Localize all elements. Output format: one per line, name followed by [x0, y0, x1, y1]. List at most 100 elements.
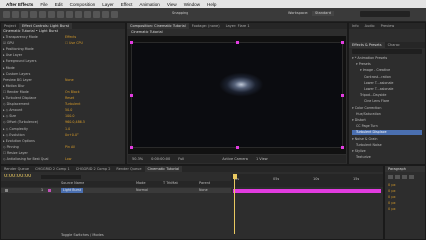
effect-property-value[interactable]: 1.0	[65, 127, 70, 132]
tab-character[interactable]: Charac	[385, 42, 403, 48]
camera-select[interactable]: Active Camera	[222, 157, 248, 162]
transform-handle[interactable]	[130, 146, 133, 149]
effect-property-row[interactable]: ▸ Transparency Mode Effects	[3, 35, 123, 40]
tab-render-queue-2[interactable]: Render Queue	[113, 166, 144, 172]
space-before-value[interactable]: 0 px	[388, 201, 396, 206]
timeline-timecode[interactable]: 0:00:00:00	[4, 174, 31, 179]
effect-property-value[interactable]: 50.0	[65, 108, 72, 113]
effect-property-row[interactable]: ▸ Motion Blur	[3, 84, 123, 89]
tab-effects-presets[interactable]: Effects & Presets	[349, 42, 385, 48]
menu-composition[interactable]: Composition	[70, 2, 96, 7]
effect-property-row[interactable]: ▸ ◇ Size 100.0	[3, 114, 123, 119]
effect-property-row[interactable]: ▸ Custom Layers	[3, 72, 123, 77]
effects-list-item[interactable]: ▾ Color Correction	[352, 106, 422, 111]
justify-icon[interactable]	[409, 175, 414, 179]
effects-list-item[interactable]: Tripod...Dayside	[352, 93, 422, 98]
menu-animation[interactable]: Animation	[139, 2, 159, 7]
effects-list-item[interactable]: ▾ Image - Creative	[352, 68, 422, 73]
transform-handle[interactable]	[236, 146, 239, 149]
menu-window[interactable]: Window	[184, 2, 200, 7]
effects-list-item[interactable]: Cine Lens Flare	[352, 99, 422, 104]
layer-mode[interactable]: Normal	[136, 188, 148, 193]
effects-list-item[interactable]: Turbulent Noise	[352, 143, 422, 148]
layer-label-color[interactable]	[48, 189, 51, 192]
time-ruler[interactable]: 0s 05s 10s 15s	[231, 174, 383, 187]
tab-render-queue[interactable]: Render Queue	[1, 166, 32, 172]
effect-property-row[interactable]: ▸ Mode	[3, 66, 123, 71]
effect-property-value[interactable]: On Black	[65, 90, 80, 95]
effect-property-value[interactable]: Reset	[65, 96, 74, 101]
menu-help[interactable]: Help	[207, 2, 216, 7]
pan-tool-icon[interactable]	[48, 11, 55, 18]
effect-property-value[interactable]: 0x+0.0°	[65, 133, 79, 138]
effect-property-value[interactable]: 960.0,486.5	[65, 120, 85, 125]
tab-footage[interactable]: Footage: (none)	[189, 23, 223, 29]
effect-property-row[interactable]: ▸ Evolution Options	[3, 139, 123, 144]
puppet-tool-icon[interactable]	[111, 11, 118, 18]
layer-name[interactable]: Light Burst	[61, 188, 83, 193]
indent-left-value[interactable]: 0 px	[388, 183, 396, 188]
brush-tool-icon[interactable]	[84, 11, 91, 18]
effects-list-item[interactable]: Lower T...asionale	[352, 87, 422, 92]
transform-handle[interactable]	[236, 41, 239, 44]
effects-list-item[interactable]: Lower T...asionale	[352, 81, 422, 86]
effects-list-item[interactable]: Contrast...ration	[352, 75, 422, 80]
tab-audio[interactable]: Audio	[362, 23, 378, 29]
effect-property-row[interactable]: ▸ Positioning Mode	[3, 47, 123, 52]
mask-tool-icon[interactable]	[57, 11, 64, 18]
indent-first-value[interactable]: 0 px	[388, 189, 396, 194]
viewer-timecode[interactable]: 0:00:00:00	[151, 157, 170, 162]
workspace-select[interactable]: Standard	[312, 11, 334, 16]
align-right-icon[interactable]	[402, 175, 407, 179]
tab-cinematic-tutorial[interactable]: Cinematic Tutorial	[144, 166, 183, 172]
col-parent[interactable]: Parent	[199, 181, 210, 186]
effect-property-value[interactable]: 100.0	[65, 114, 74, 119]
effect-property-row[interactable]: ▸ ◇ Complexity 1.0	[3, 127, 123, 132]
timeline-search-input[interactable]	[41, 175, 81, 179]
col-mode[interactable]: Mode	[136, 181, 146, 186]
align-center-icon[interactable]	[395, 175, 400, 179]
composition-viewer[interactable]	[128, 36, 346, 154]
effects-list-item[interactable]: ▾ * Animation Presets	[352, 56, 422, 61]
menu-effect[interactable]: Effect	[121, 2, 133, 7]
effect-property-row[interactable]: ◇ Displacement Turbulent	[3, 102, 123, 107]
camera-tool-icon[interactable]	[39, 11, 46, 18]
effect-property-value[interactable]: Low	[65, 157, 72, 162]
transform-handle[interactable]	[341, 94, 344, 97]
rotate-tool-icon[interactable]	[30, 11, 37, 18]
layer-duration-bar[interactable]	[233, 189, 381, 193]
effect-property-row[interactable]: ▸ Foreground Layers	[3, 59, 123, 64]
col-source-name[interactable]: Source Name	[61, 181, 84, 186]
effect-property-row[interactable]: ☑ GPU ☐ Use CPU	[3, 41, 123, 46]
transform-handle[interactable]	[130, 41, 133, 44]
stamp-tool-icon[interactable]	[93, 11, 100, 18]
eraser-tool-icon[interactable]	[102, 11, 109, 18]
effects-list-item[interactable]: ▾ Stylize	[352, 149, 422, 154]
effects-list-item[interactable]: CC Page Turn	[352, 124, 422, 129]
menu-view[interactable]: View	[167, 2, 177, 7]
tab-composition[interactable]: Composition: Cinematic Tutorial	[127, 23, 189, 29]
align-left-icon[interactable]	[388, 175, 393, 179]
tab-comp-1[interactable]: CHGGRID 2 Comp 1	[32, 166, 73, 172]
effect-property-row[interactable]: ◇ Offset (Turbulence) 960.0,486.5	[3, 120, 123, 125]
zoom-tool-icon[interactable]	[21, 11, 28, 18]
effect-property-row[interactable]: ◇ Pinning Pin All	[3, 145, 123, 150]
space-after-value[interactable]: 0 px	[388, 207, 396, 212]
resolution-select[interactable]: Full	[178, 157, 184, 162]
tab-info[interactable]: Info	[349, 23, 362, 29]
transform-handle[interactable]	[130, 94, 133, 97]
effect-property-value[interactable]: Effects	[65, 35, 76, 40]
effect-property-row[interactable]: Preview BG Layer None	[3, 78, 123, 83]
effects-list-item[interactable]: ▾ Presets	[352, 62, 422, 67]
effect-property-value[interactable]: ☐ Use CPU	[65, 41, 83, 46]
transform-handle[interactable]	[341, 41, 344, 44]
effect-property-row[interactable]: ▸ Use Layer	[3, 53, 123, 58]
col-trkmat[interactable]: T TrkMat	[163, 181, 178, 186]
menu-file[interactable]: File	[40, 2, 47, 7]
pen-tool-icon[interactable]	[66, 11, 73, 18]
hand-tool-icon[interactable]	[12, 11, 19, 18]
effect-property-row[interactable]: ▸ ◇ Amount 50.0	[3, 108, 123, 113]
effect-property-row[interactable]: ◇ Antialiasing for Best Qual Low	[3, 157, 123, 162]
visibility-eye-icon[interactable]	[5, 189, 8, 192]
toggle-switches-modes[interactable]: Toggle Switches / Modes	[61, 233, 104, 238]
